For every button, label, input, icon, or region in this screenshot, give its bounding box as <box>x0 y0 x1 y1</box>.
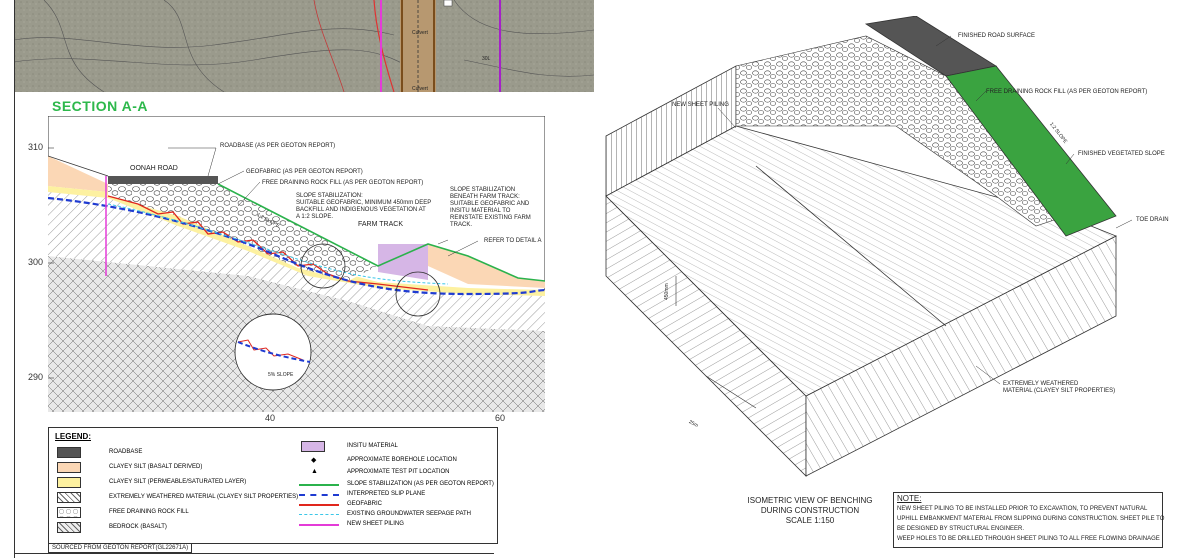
iso-label-toe-drain: TOE DRAIN <box>1136 217 1169 223</box>
label-beneath-5: REINSTATE EXISTING FARM <box>450 215 531 221</box>
legend-item-roadbase: ROADBASE <box>109 449 143 455</box>
legend-item-borehole: APPROXIMATE BOREHOLE LOCATION <box>347 457 457 463</box>
label-beneath-1: SLOPE STABILIZATION <box>450 187 516 193</box>
source-note: SOURCED FROM GEOTON REPORT(GL22671A) <box>48 543 193 553</box>
map-label-2: Culvert <box>412 86 428 92</box>
legend-swatch-clayey-basalt <box>57 462 81 473</box>
isometric-view <box>596 15 1184 492</box>
iso-label-finished-road: FINISHED ROAD SURFACE <box>958 33 1036 39</box>
site-plan-map: Culvert Culvert 30L <box>14 0 594 92</box>
iso-title: ISOMETRIC VIEW OF BENCHING DURING CONSTR… <box>700 496 920 526</box>
legend-item-bedrock: BEDROCK (BASALT) <box>109 524 167 530</box>
legend-item-seepage: EXISTING GROUNDWATER SEEPAGE PATH <box>347 511 472 517</box>
iso-label-vegetated: FINISHED VEGETATED SLOPE <box>1078 151 1165 157</box>
label-oonah-road: OONAH ROAD <box>130 165 178 172</box>
map-label-1: Culvert <box>412 30 428 36</box>
legend-item-sheet-piling: NEW SHEET PILING <box>347 521 404 527</box>
legend-line-sheet-piling <box>299 524 339 526</box>
label-slope-stab-1: SLOPE STABILIZATION: <box>296 193 363 199</box>
note-line-4: WEEP HOLES TO BE DRILLED THROUGH SHEET P… <box>897 536 1160 542</box>
x-tick-40: 40 <box>265 413 276 423</box>
label-beneath-4: INSITU MATERIAL TO <box>450 208 511 214</box>
legend-line-slope-stab <box>299 484 339 486</box>
label-geofabric: GEOFABRIC (AS PER GEOTON REPORT) <box>246 169 363 175</box>
label-refer-detail: REFER TO DETAIL A <box>484 238 542 244</box>
legend-swatch-rockfill <box>57 507 81 518</box>
legend-swatch-bedrock <box>57 522 81 533</box>
label-farm-track: FARM TRACK <box>358 221 403 228</box>
iso-title-line-3: SCALE 1:150 <box>785 516 835 525</box>
legend-swatch-insitu <box>301 441 325 452</box>
legend-line-slip-plane <box>299 494 339 496</box>
label-slope-stab-2: SUITABLE GEOFABRIC, MINIMUM 450mm DEEP <box>296 200 432 206</box>
legend-swatch-roadbase <box>57 447 81 458</box>
legend: LEGEND: ROADBASE CLAYEY SILT (BASALT DER… <box>48 427 498 544</box>
iso-label-450mm: 450mm <box>664 283 670 300</box>
legend-item-clayey-perm: CLAYEY SILT (PERMEABLE/SATURATED LAYER) <box>109 479 247 485</box>
legend-item-clayey-basalt: CLAYEY SILT (BASALT DERIVED) <box>109 464 203 470</box>
site-plan-graphic: Culvert Culvert 30L <box>14 0 594 92</box>
map-label-3: 30L <box>482 56 491 62</box>
legend-item-test-pit: APPROXIMATE TEST PIT LOCATION <box>347 469 450 475</box>
legend-item-rockfill: FREE DRAINING ROCK FILL <box>109 509 189 515</box>
note-heading: NOTE: <box>897 494 922 503</box>
sheet-border-bottom <box>14 553 494 554</box>
label-beneath-6: TRACK. <box>450 222 473 228</box>
borehole-icon: ◆ <box>311 457 317 464</box>
legend-item-geofabric: GEOFABRIC <box>347 501 383 507</box>
iso-label-weathered-2: MATERIAL (CLAYEY SILT PROPERTIES) <box>1003 388 1116 394</box>
legend-title: LEGEND: <box>55 432 91 441</box>
iso-label-free-draining: FREE DRAINING ROCK FILL (AS PER GEOTON R… <box>986 89 1148 95</box>
label-roadbase: ROADBASE (AS PER GEOTON REPORT) <box>220 143 336 149</box>
section-drawing <box>47 115 546 413</box>
label-free-draining: FREE DRAINING ROCK FILL (AS PER GEOTON R… <box>262 180 424 186</box>
legend-swatch-weathered <box>57 492 81 503</box>
legend-item-insitu: INSITU MATERIAL <box>347 443 398 449</box>
sheet-border-left <box>14 0 15 558</box>
isometric-svg <box>605 15 1133 477</box>
note-line-3: BE DESIGNED BY STRUCTURAL ENGINEER. <box>897 526 1025 532</box>
x-tick-60: 60 <box>495 413 506 423</box>
legend-line-seepage <box>299 514 339 515</box>
iso-label-weathered-1: EXTREMELY WEATHERED <box>1003 381 1079 387</box>
label-detail-slope: 5% SLOPE <box>268 372 294 378</box>
y-tick-290: 290 <box>28 372 44 382</box>
label-slope-stab-4: A 1:2 SLOPE. <box>296 214 334 220</box>
section-svg <box>47 115 546 413</box>
label-beneath-2: BENEATH FARM TRACK: <box>450 194 520 200</box>
label-slope-stab-3: BACKFILL AND INDIGENOUS VEGETATION AT <box>296 207 426 213</box>
legend-item-slip-plane: INTERPRETED SLIP PLANE <box>347 491 426 497</box>
note-line-2: UPHILL EMBANKMENT MATERIAL FROM SLIPPING… <box>897 516 1165 522</box>
iso-title-line-1: ISOMETRIC VIEW OF BENCHING <box>747 496 873 505</box>
legend-item-slope-stab: SLOPE STABILIZATION (AS PER GEOTON REPOR… <box>347 481 494 487</box>
iso-title-line-2: DURING CONSTRUCTION <box>760 506 860 515</box>
note-box: NOTE: NEW SHEET PILING TO BE INSTALLED P… <box>893 492 1165 548</box>
legend-line-geofabric <box>299 504 339 506</box>
test-pit-icon: ▲ <box>311 468 318 475</box>
iso-label-new-sheet: NEW SHEET PILING <box>672 102 729 108</box>
y-tick-300: 300 <box>28 257 44 267</box>
legend-item-weathered: EXTREMELY WEATHERED MATERIAL (CLAYEY SIL… <box>109 494 299 500</box>
legend-swatch-clayey-perm <box>57 477 81 488</box>
y-tick-310: 310 <box>28 142 44 152</box>
note-line-1: NEW SHEET PILING TO BE INSTALLED PRIOR T… <box>897 506 1148 512</box>
label-beneath-3: SUITABLE GEOFABRIC AND <box>450 201 530 207</box>
section-title: SECTION A-A <box>52 98 148 114</box>
